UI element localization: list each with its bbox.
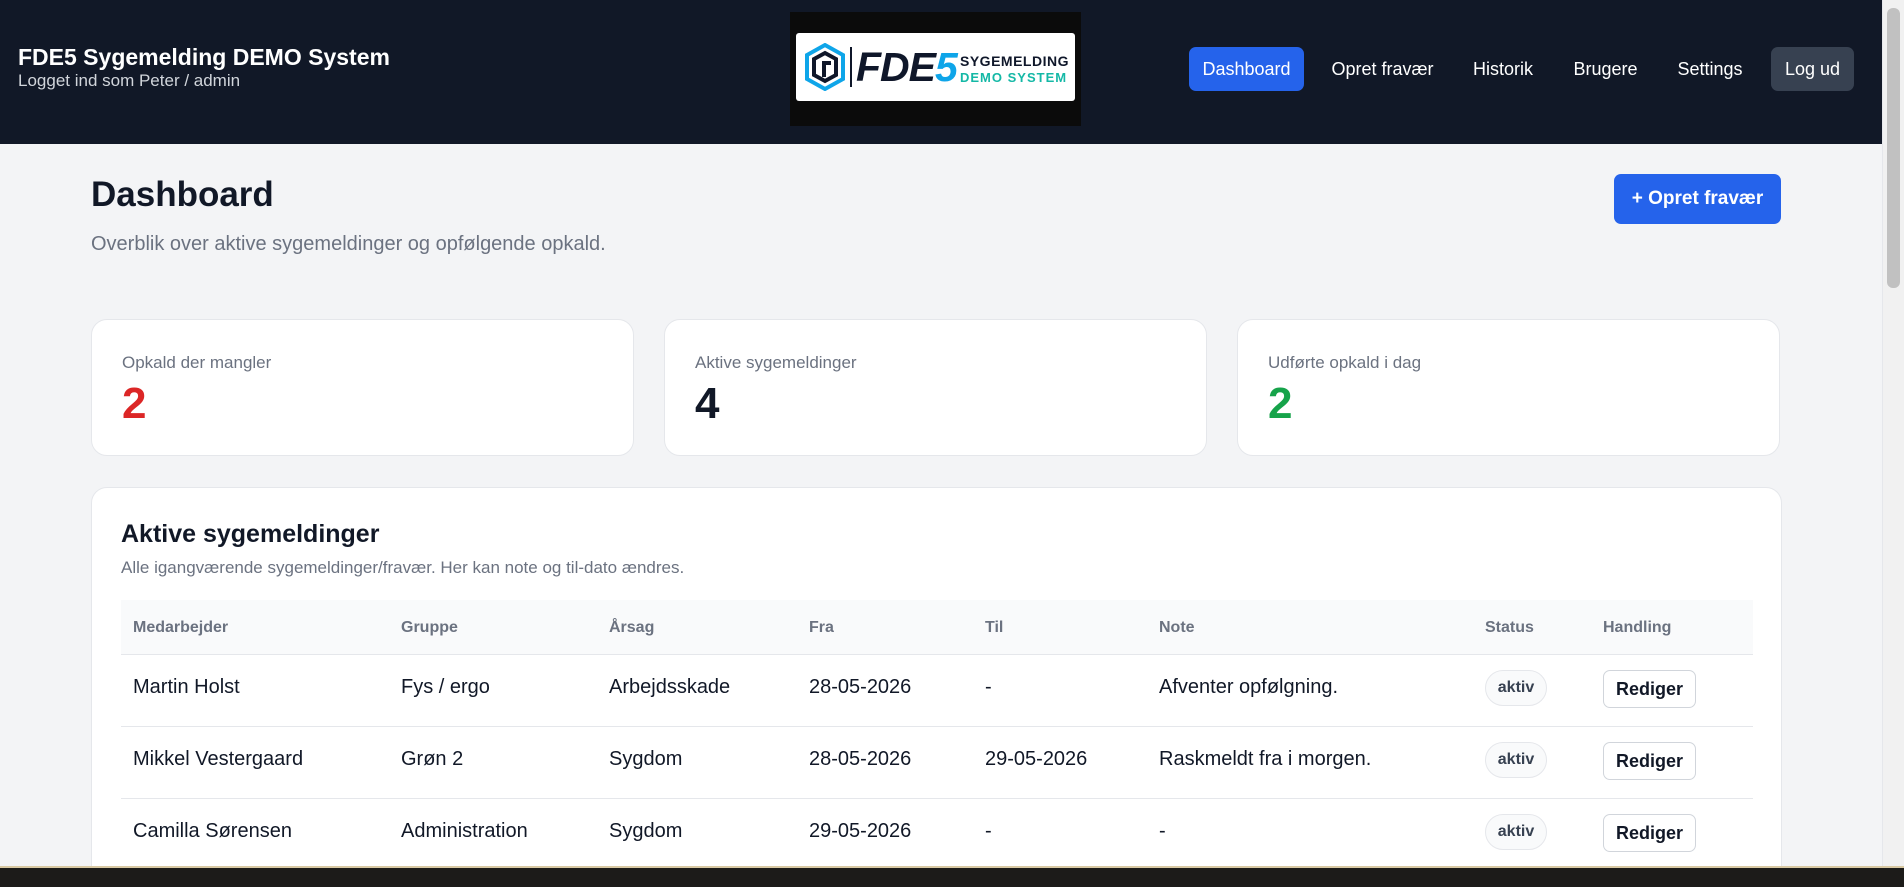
logo-separator [850, 47, 852, 87]
cell-til: 29-05-2026 [985, 748, 1088, 770]
column-header-til: Til [985, 619, 1004, 636]
page-title: Dashboard [91, 175, 274, 214]
cell-fra: 28-05-2026 [809, 676, 912, 698]
os-taskbar [0, 866, 1904, 887]
brand: FDE5 Sygemelding DEMO System Logget ind … [18, 44, 390, 91]
logout-button[interactable]: Log ud [1771, 47, 1854, 91]
active-sick-leaves-panel: Aktive sygemeldinger Alle igangværende s… [91, 487, 1782, 887]
stat-card-missing-calls: Opkald der mangler 2 [91, 319, 634, 456]
cell-note: Raskmeldt fra i morgen. [1159, 748, 1372, 770]
nav-dashboard[interactable]: Dashboard [1189, 47, 1304, 91]
fde5-logo-icon [805, 43, 845, 91]
column-header-gruppe: Gruppe [401, 619, 458, 636]
stat-card-active-sick-leaves: Aktive sygemeldinger 4 [664, 319, 1207, 456]
column-header-handling: Handling [1603, 619, 1672, 636]
column-header-aarsag: Årsag [609, 619, 655, 636]
nav-historik[interactable]: Historik [1461, 47, 1545, 91]
cell-fra: 29-05-2026 [809, 820, 912, 842]
cell-medarbejder: Martin Holst [133, 676, 240, 698]
stat-value: 4 [695, 379, 720, 428]
logo-line-demo-system: DEMO SYSTEM [960, 70, 1068, 85]
table-row: Martin Holst Fys / ergo Arbejdsskade 28-… [121, 655, 1753, 727]
page-subtitle: Overblik over aktive sygemeldinger og op… [91, 233, 606, 255]
edit-button[interactable]: Rediger [1603, 670, 1696, 708]
stat-value: 2 [1268, 379, 1293, 428]
page-scrollbar[interactable] [1882, 0, 1904, 866]
logo-fde-text: FDE [856, 44, 936, 90]
app-title: FDE5 Sygemelding DEMO System [18, 44, 390, 70]
stat-label: Aktive sygemeldinger [695, 353, 857, 372]
cell-aarsag: Arbejdsskade [609, 676, 731, 698]
status-badge: aktiv [1485, 742, 1547, 778]
column-header-note: Note [1159, 619, 1195, 636]
stat-card-completed-calls-today: Udførte opkald i dag 2 [1237, 319, 1780, 456]
cell-gruppe: Fys / ergo [401, 676, 490, 698]
status-badge: aktiv [1485, 670, 1547, 706]
panel-title: Aktive sygemeldinger [121, 520, 380, 548]
logo-line-sygemelding: SYGEMELDING [960, 53, 1069, 69]
logo-five-text: 5 [935, 44, 958, 90]
panel-subtitle: Alle igangværende sygemeldinger/fravær. … [121, 558, 685, 577]
logo-card: FDE5 SYGEMELDING DEMO SYSTEM [796, 33, 1075, 101]
cell-note: Afventer opfølgning. [1159, 676, 1338, 698]
cell-gruppe: Administration [401, 820, 528, 842]
cell-fra: 28-05-2026 [809, 748, 912, 770]
table-row: Mikkel Vestergaard Grøn 2 Sygdom 28-05-2… [121, 727, 1753, 799]
create-absence-button[interactable]: + Opret fravær [1614, 174, 1781, 224]
table-row: Camilla Sørensen Administration Sygdom 2… [121, 799, 1753, 871]
edit-button[interactable]: Rediger [1603, 814, 1696, 852]
cell-til: - [985, 820, 992, 842]
cell-medarbejder: Mikkel Vestergaard [133, 748, 304, 770]
cell-note: - [1159, 820, 1166, 842]
sick-leaves-table: Medarbejder Gruppe Årsag Fra Til Note St… [121, 600, 1753, 871]
cell-gruppe: Grøn 2 [401, 748, 464, 770]
column-header-fra: Fra [809, 619, 834, 636]
stat-label: Opkald der mangler [122, 353, 272, 372]
scrollbar-thumb[interactable] [1887, 8, 1900, 288]
table-header: Medarbejder Gruppe Årsag Fra Til Note St… [121, 600, 1753, 655]
cell-aarsag: Sygdom [609, 748, 683, 770]
logo-wordmark: FDE5 [856, 44, 958, 90]
cell-til: - [985, 676, 992, 698]
nav-opret-fravaer[interactable]: Opret fravær [1321, 47, 1444, 91]
cell-aarsag: Sygdom [609, 820, 683, 842]
top-navigation-bar: FDE5 Sygemelding DEMO System Logget ind … [0, 0, 1882, 144]
stat-label: Udførte opkald i dag [1268, 353, 1422, 372]
cell-medarbejder: Camilla Sørensen [133, 820, 292, 842]
status-badge: aktiv [1485, 814, 1547, 850]
nav-settings[interactable]: Settings [1666, 47, 1754, 91]
nav-brugere[interactable]: Brugere [1562, 47, 1649, 91]
fde5-logo: FDE5 SYGEMELDING DEMO SYSTEM [790, 12, 1081, 126]
logged-in-user: Logget ind som Peter / admin [18, 71, 241, 90]
edit-button[interactable]: Rediger [1603, 742, 1696, 780]
column-header-status: Status [1485, 619, 1534, 636]
column-header-medarbejder: Medarbejder [133, 619, 229, 636]
stat-value: 2 [122, 379, 147, 428]
